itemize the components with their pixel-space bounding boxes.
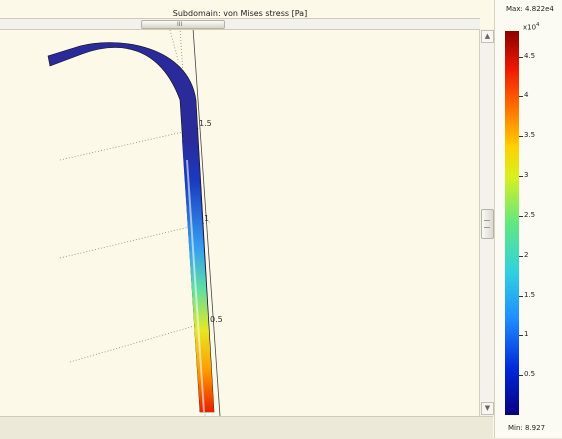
multiplier-exponent: 4 — [536, 22, 540, 28]
vertical-scroll-thumb[interactable] — [481, 209, 494, 239]
colorbar-tick — [519, 375, 523, 377]
grip-icon — [484, 220, 490, 228]
colorbar-tick — [519, 56, 523, 58]
colorbar-tick-label: 1 — [524, 330, 529, 339]
horizontal-scroll-thumb[interactable]: III — [141, 20, 225, 29]
scroll-down-arrow-icon[interactable]: ▼ — [481, 402, 494, 415]
plot-area[interactable]: 1.5 1 0.5 — [0, 0, 562, 438]
colorbar-tick-label: 2 — [524, 250, 529, 259]
axis-tick-label: 0.5 — [210, 315, 223, 324]
colorbar-max-label: Max: 4.822e4 — [506, 5, 554, 13]
colorbar-tick — [519, 136, 523, 138]
horizontal-scrollbar[interactable]: III — [0, 18, 480, 30]
colorbar-tick-label: 4.5 — [524, 51, 536, 60]
colorbar-tick — [519, 255, 523, 257]
colorbar-min-label: Min: 8.927 — [508, 424, 546, 432]
colorbar-tick-label: 2.5 — [524, 210, 536, 219]
model-view — [47, 27, 221, 416]
status-strip — [0, 416, 493, 439]
colorbar-tick — [519, 215, 523, 217]
colorbar — [505, 31, 519, 415]
colorbar-tick — [519, 335, 523, 337]
colorbar-tick-label: 4 — [524, 91, 529, 100]
tube-stress-gradient — [182, 140, 214, 412]
plot-title: Subdomain: von Mises stress [Pa] — [172, 9, 308, 18]
colorbar-tick — [519, 176, 523, 178]
multiplier-base: x10 — [523, 23, 537, 32]
colorbar-tick-label: 3.5 — [524, 131, 536, 140]
scroll-up-arrow-icon[interactable]: ▲ — [481, 30, 494, 43]
colorbar-tick — [519, 295, 523, 297]
colorbar-tick-label: 3 — [524, 171, 529, 180]
axis-tick-label: 1.5 — [199, 119, 212, 128]
axis-tick-label: 1 — [204, 214, 210, 223]
colorbar-tick-label: 1.5 — [524, 290, 536, 299]
grip-icon: III — [177, 21, 183, 28]
colorbar-tick-label: 0.5 — [524, 370, 536, 379]
vertical-scrollbar[interactable]: ▲ ▼ — [479, 29, 494, 416]
colorbar-multiplier: x104 — [523, 22, 539, 31]
colorbar-tick — [519, 96, 523, 98]
